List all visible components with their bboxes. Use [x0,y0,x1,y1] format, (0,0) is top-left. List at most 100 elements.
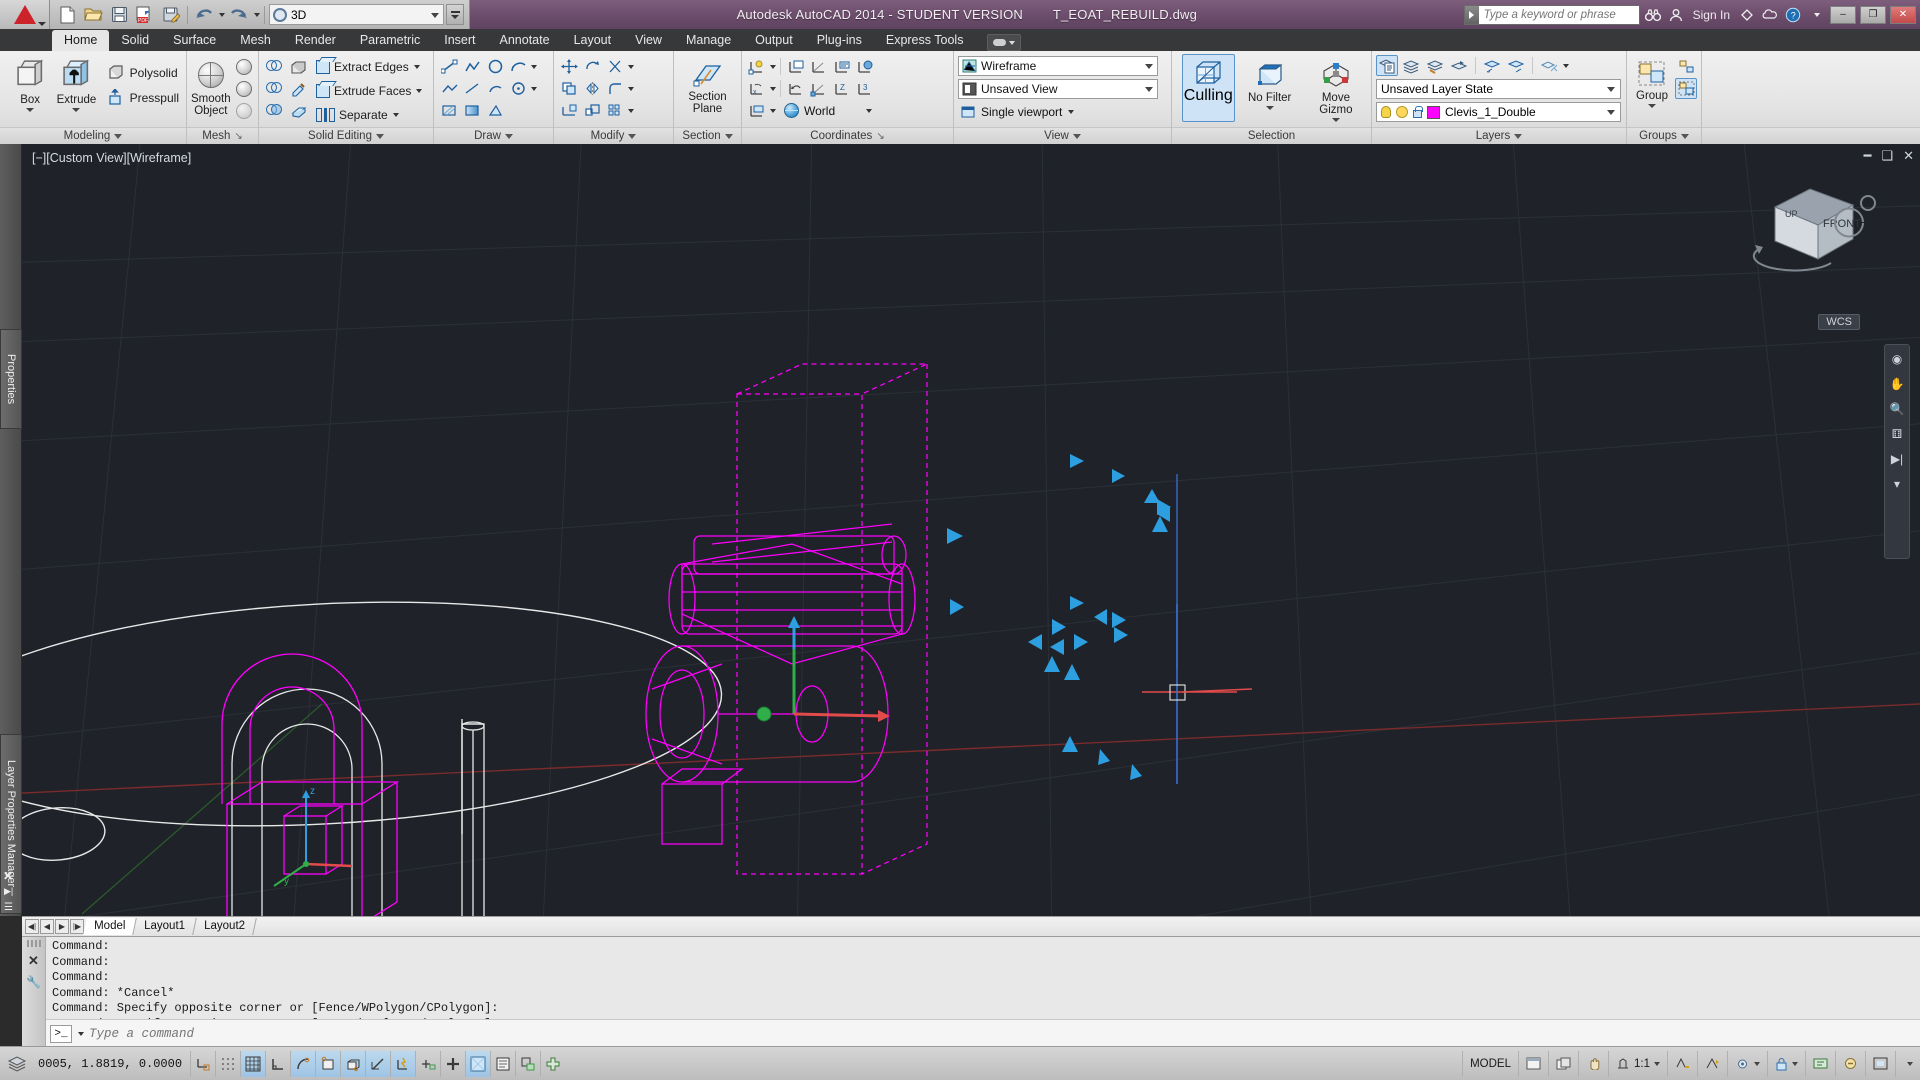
chevron-down-icon[interactable] [416,88,423,93]
search-input[interactable] [1478,5,1639,24]
layer-stack-icon[interactable] [0,1055,34,1073]
layer-unisolate-button[interactable] [1505,55,1527,76]
coordinate-display[interactable]: 0005, 1.8819, 0.0000 [34,1057,190,1071]
hardware-acceleration-button[interactable] [1805,1050,1835,1077]
layer-state-combo[interactable]: Unsaved Layer State [1376,79,1621,99]
quick-view-layouts-button[interactable] [1518,1050,1548,1077]
exchange-apps-icon[interactable] [1737,5,1757,25]
named-view-combo[interactable]: Unsaved View [958,79,1158,99]
clean-button[interactable] [288,100,310,121]
section-plane-button[interactable]: Section Plane [679,54,737,115]
ucs-face-button[interactable] [831,56,853,77]
ucs-icon-display-button[interactable] [746,100,768,121]
new-file-icon[interactable] [55,3,79,26]
close-icon[interactable]: ✕ [28,953,39,969]
help-icon[interactable]: ? [1783,5,1803,25]
lineweight-toggle[interactable] [440,1050,465,1077]
culling-button[interactable]: Culling [1182,54,1235,122]
tab-insert[interactable]: Insert [432,30,487,51]
smooth-less-button[interactable] [233,78,255,99]
status-bar-menu-button[interactable] [1895,1050,1920,1077]
ucs-x-button[interactable]: x [746,78,768,99]
info-search-box[interactable] [1463,4,1640,25]
layer-dropdown-icon[interactable] [1563,63,1569,68]
undo-icon[interactable] [192,3,216,26]
region-button[interactable] [484,100,506,121]
viewport-label-text[interactable]: [−][Custom View][Wireframe] [32,151,191,165]
panel-label-solid-editing[interactable]: Solid Editing [259,127,433,144]
layer-properties-button[interactable] [1376,55,1398,76]
ucs-named-manage-button[interactable] [785,56,807,77]
dynamic-input-toggle[interactable] [415,1050,440,1077]
workspace-switcher[interactable]: 3D [269,4,444,25]
annotation-monitor-toggle[interactable] [540,1050,565,1077]
layer-on-bulb-icon[interactable] [1381,106,1391,118]
panel-dialog-launcher-icon[interactable]: ↘ [234,131,242,142]
toolbar-lock-button[interactable] [1767,1050,1805,1077]
mirror-button[interactable] [581,78,603,99]
line-button[interactable] [438,56,460,77]
copy-button[interactable] [558,78,580,99]
ucs-dropdown-icon[interactable] [770,64,776,69]
viewport-config-button[interactable]: Single viewport [958,102,1077,122]
palette-menu-icon[interactable]: ☰ [4,902,13,913]
layer-freeze-button[interactable] [1538,55,1560,76]
pan-icon[interactable]: ✋ [1887,374,1907,394]
command-input[interactable] [89,1026,1920,1041]
palette-autohide-icon[interactable]: ▶| [4,886,13,897]
ucs-named-button[interactable] [746,56,768,77]
palette-properties[interactable]: Properties [0,329,22,429]
palette-close-icon[interactable]: ✕ [3,869,13,883]
object-snap-tracking-toggle[interactable] [365,1050,391,1077]
open-file-icon[interactable] [81,3,105,26]
steering-wheel-icon[interactable]: ◉ [1887,349,1907,369]
showmotion-icon[interactable]: ▶| [1887,449,1907,469]
tab-autodesk-360-dropdown[interactable] [987,34,1022,51]
panel-label-groups[interactable]: Groups [1627,127,1701,144]
group-button[interactable]: Group [1631,54,1673,108]
polysolid-button[interactable]: Polysolid [105,62,182,83]
object-snap-toggle[interactable] [315,1050,341,1077]
extrude-button[interactable]: Extrude [54,54,98,112]
ucs-z-axis-button[interactable]: Z [831,78,853,99]
layer-color-swatch[interactable] [1427,105,1440,119]
tab-mesh[interactable]: Mesh [228,30,283,51]
filter-button[interactable]: No Filter [1241,54,1299,110]
tab-solid[interactable]: Solid [109,30,161,51]
tab-plugins[interactable]: Plug-ins [805,30,874,51]
isolate-objects-button[interactable] [1835,1050,1865,1077]
save-icon[interactable] [107,3,131,26]
gradient-button[interactable] [461,100,483,121]
command-input-row[interactable]: >_ [46,1019,1920,1047]
layer-set-current-button[interactable] [1400,55,1422,76]
panel-label-mesh[interactable]: Mesh ↘ [187,127,258,144]
imprint-button[interactable] [288,78,310,99]
command-prompt-icon[interactable]: >_ [50,1024,72,1043]
maximize-button[interactable]: ❐ [1860,5,1886,24]
navbar-menu-icon[interactable]: ▾ [1887,474,1907,494]
ucs-icon-dropdown-icon[interactable] [770,108,776,113]
customize-wrench-icon[interactable]: 🔧 [26,975,41,989]
extrude-faces-button[interactable]: Extrude Faces [313,80,425,101]
gizmo-button[interactable]: Move Gizmo [1305,54,1367,122]
scale-button[interactable] [581,100,603,121]
subtract-button[interactable] [263,78,285,99]
ucs-origin-button[interactable] [808,56,830,77]
layer-previous-button[interactable] [1448,55,1470,76]
workspace-switching-button[interactable] [1727,1050,1767,1077]
fillet-button[interactable] [604,78,626,99]
annotation-visibility-button[interactable] [1667,1050,1697,1077]
viewport-close-icon[interactable]: ✕ [1903,148,1914,164]
tab-view[interactable]: View [623,30,674,51]
chevron-down-icon[interactable] [413,64,420,69]
presspull-button[interactable]: Presspull [105,87,182,108]
layer-match-button[interactable] [1424,55,1446,76]
drawing-canvas[interactable]: z y [−][Custom View][Wireframe] ━ ❑ ✕ UP… [22,144,1920,916]
command-window-grip[interactable]: ✕ 🔧 [22,937,46,1047]
panel-label-selection[interactable]: Selection [1172,127,1371,144]
hatch-button[interactable] [438,100,460,121]
polyline-edit-button[interactable] [438,78,460,99]
export-pdf-icon[interactable]: PDF [133,3,157,26]
circle-dropdown-icon[interactable] [531,86,537,91]
panel-label-modeling[interactable]: Modeling [0,127,186,144]
